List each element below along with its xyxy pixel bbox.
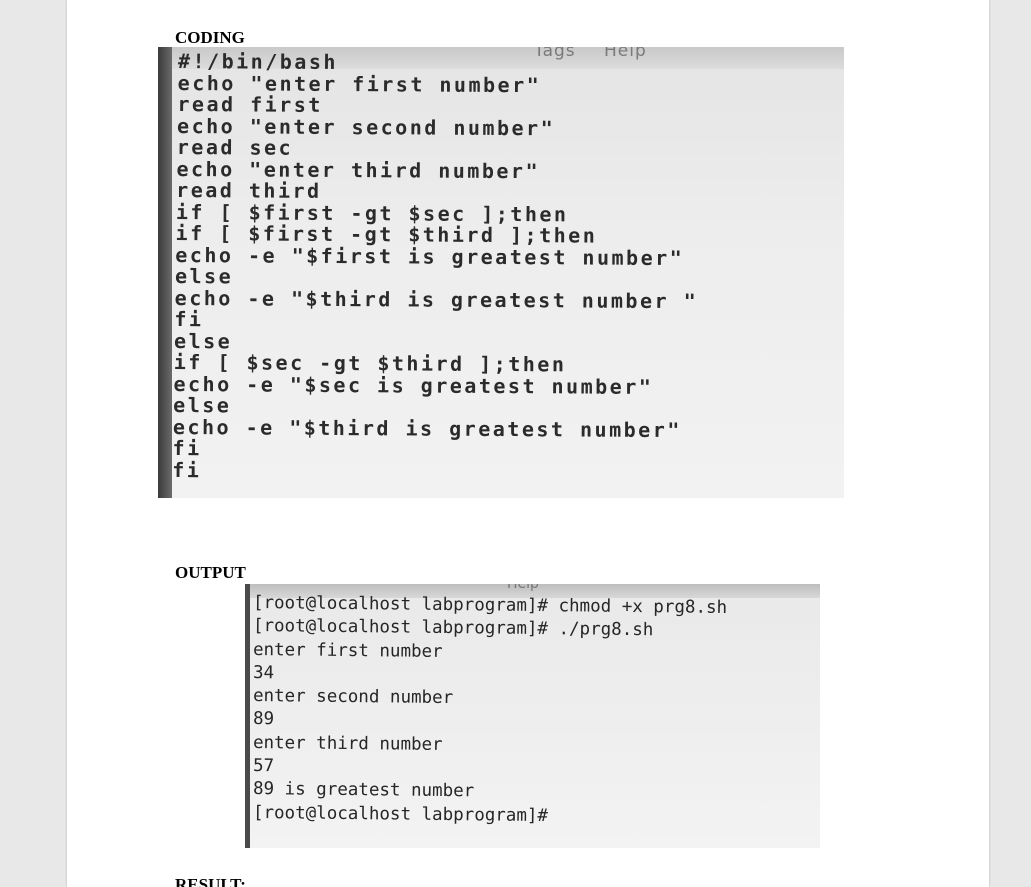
terminal-line: [root@localhost labprogram]# — [252, 802, 549, 826]
output-screenshot: Help [root@localhost labprogram]# chmod … — [245, 584, 820, 848]
terminal-output: [root@localhost labprogram]# chmod +x pr… — [253, 592, 727, 826]
code-listing: #!/bin/bash echo "enter first number" read… — [172, 49, 701, 482]
photo-dark-edge — [245, 584, 250, 848]
result-heading: RESULT: — [175, 875, 246, 887]
menu-help: Help — [507, 584, 539, 592]
code-screenshot: Tags Help #!/bin/bash echo "enter first n… — [158, 47, 844, 498]
photo-dark-edge — [158, 47, 172, 498]
code-line: fi — [172, 436, 202, 461]
output-heading: OUTPUT — [175, 563, 246, 582]
code-line: fi — [172, 457, 202, 482]
coding-heading: CODING — [175, 28, 245, 47]
document-page: CODING Tags Help #!/bin/bash echo "enter … — [67, 0, 989, 887]
code-line: fi — [174, 307, 204, 332]
